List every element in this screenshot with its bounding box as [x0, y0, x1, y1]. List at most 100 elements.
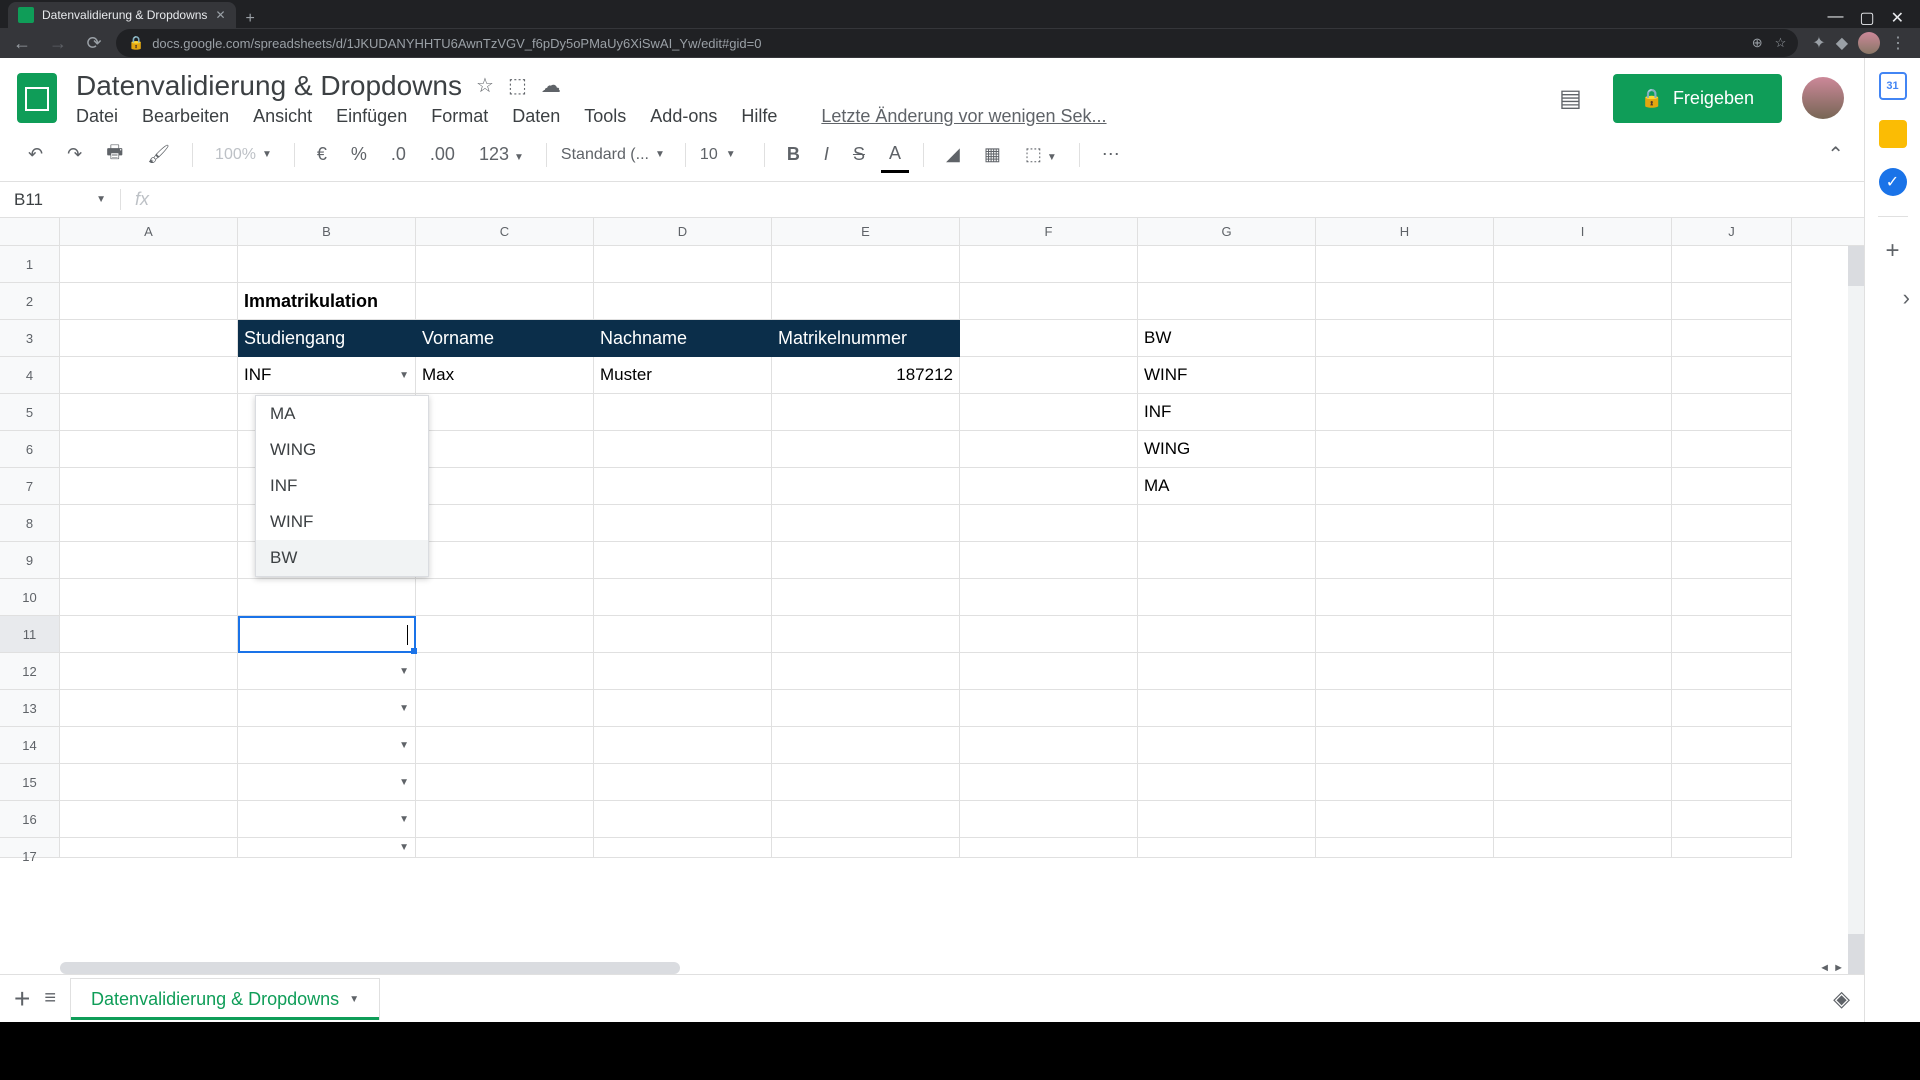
cell-A5[interactable]: [60, 394, 238, 431]
more-toolbar-icon[interactable]: ⋯: [1094, 138, 1128, 171]
profile-avatar-small[interactable]: [1858, 32, 1880, 54]
cell-B1[interactable]: [238, 246, 416, 283]
cell-E2[interactable]: [772, 283, 960, 320]
cell-I5[interactable]: [1494, 394, 1672, 431]
account-avatar[interactable]: [1802, 77, 1844, 119]
name-box[interactable]: B11▼: [0, 190, 120, 210]
cell-D1[interactable]: [594, 246, 772, 283]
row-header-8[interactable]: 8: [0, 505, 60, 542]
collapse-toolbar-icon[interactable]: ⌃: [1827, 142, 1844, 167]
close-window-icon[interactable]: ✕: [1891, 8, 1904, 28]
cell-D16[interactable]: [594, 801, 772, 838]
reload-button[interactable]: ⟳: [80, 33, 108, 54]
cell-A15[interactable]: [60, 764, 238, 801]
cell-D6[interactable]: [594, 431, 772, 468]
menu-view[interactable]: Ansicht: [253, 106, 312, 127]
cell-I7[interactable]: [1494, 468, 1672, 505]
col-header-C[interactable]: C: [416, 218, 594, 245]
cell-B10[interactable]: [238, 579, 416, 616]
cell-E1[interactable]: [772, 246, 960, 283]
row-header-3[interactable]: 3: [0, 320, 60, 357]
cell-D14[interactable]: [594, 727, 772, 764]
all-sheets-button[interactable]: ≡: [44, 987, 56, 1010]
cell-J1[interactable]: [1672, 246, 1792, 283]
cell-G13[interactable]: [1138, 690, 1316, 727]
chrome-menu-icon[interactable]: ⋮: [1890, 33, 1906, 53]
cell-E14[interactable]: [772, 727, 960, 764]
col-header-A[interactable]: A: [60, 218, 238, 245]
cell-A12[interactable]: [60, 653, 238, 690]
cell-H2[interactable]: [1316, 283, 1494, 320]
cell-A17[interactable]: [60, 838, 238, 858]
cell-H15[interactable]: [1316, 764, 1494, 801]
cell-C9[interactable]: [416, 542, 594, 579]
cell-C7[interactable]: [416, 468, 594, 505]
cell-G3[interactable]: BW: [1138, 320, 1316, 357]
row-header-11[interactable]: 11: [0, 616, 60, 653]
row-header-17[interactable]: 17: [0, 838, 60, 858]
cell-A4[interactable]: [60, 357, 238, 394]
doc-title[interactable]: Datenvalidierung & Dropdowns: [76, 70, 462, 102]
cell-G10[interactable]: [1138, 579, 1316, 616]
cell-I3[interactable]: [1494, 320, 1672, 357]
calendar-icon[interactable]: 31: [1879, 72, 1907, 100]
cell-G16[interactable]: [1138, 801, 1316, 838]
cell-J15[interactable]: [1672, 764, 1792, 801]
cell-I4[interactable]: [1494, 357, 1672, 394]
cell-E11[interactable]: [772, 616, 960, 653]
cell-D4[interactable]: Muster: [594, 357, 772, 394]
cell-J7[interactable]: [1672, 468, 1792, 505]
cell-H16[interactable]: [1316, 801, 1494, 838]
cell-H6[interactable]: [1316, 431, 1494, 468]
merge-button[interactable]: ⬚ ▼: [1017, 138, 1065, 171]
cell-J17[interactable]: [1672, 838, 1792, 858]
cell-I16[interactable]: [1494, 801, 1672, 838]
cell-J6[interactable]: [1672, 431, 1792, 468]
cell-B3[interactable]: Studiengang: [238, 320, 416, 357]
cell-J16[interactable]: [1672, 801, 1792, 838]
undo-button[interactable]: ↶: [20, 138, 51, 171]
cell-I2[interactable]: [1494, 283, 1672, 320]
decrease-decimal-button[interactable]: .0: [383, 138, 414, 171]
cell-G11[interactable]: [1138, 616, 1316, 653]
cloud-status-icon[interactable]: ☁: [541, 73, 561, 98]
cell-B17[interactable]: ▼: [238, 838, 416, 858]
cell-F2[interactable]: [960, 283, 1138, 320]
cell-I14[interactable]: [1494, 727, 1672, 764]
menu-file[interactable]: Datei: [76, 106, 118, 127]
row-header-7[interactable]: 7: [0, 468, 60, 505]
cell-H5[interactable]: [1316, 394, 1494, 431]
cell-A16[interactable]: [60, 801, 238, 838]
number-format-button[interactable]: 123 ▼: [471, 138, 532, 171]
keep-icon[interactable]: [1879, 120, 1907, 148]
cell-F8[interactable]: [960, 505, 1138, 542]
cell-H8[interactable]: [1316, 505, 1494, 542]
menu-insert[interactable]: Einfügen: [336, 106, 407, 127]
cell-B4[interactable]: INF▼: [238, 357, 416, 394]
row-header-13[interactable]: 13: [0, 690, 60, 727]
cell-F15[interactable]: [960, 764, 1138, 801]
share-button[interactable]: 🔒 Freigeben: [1613, 74, 1782, 123]
cell-B2[interactable]: Immatrikulation: [238, 283, 416, 320]
cell-C5[interactable]: [416, 394, 594, 431]
cell-I1[interactable]: [1494, 246, 1672, 283]
bookmark-icon[interactable]: ☆: [1775, 35, 1787, 51]
horizontal-scrollbar[interactable]: [60, 962, 680, 974]
cell-H12[interactable]: [1316, 653, 1494, 690]
cell-B14[interactable]: ▼: [238, 727, 416, 764]
cell-D17[interactable]: [594, 838, 772, 858]
sheet-tab-active[interactable]: Datenvalidierung & Dropdowns ▼: [70, 978, 380, 1020]
cell-I11[interactable]: [1494, 616, 1672, 653]
borders-button[interactable]: ▦: [976, 138, 1009, 171]
cell-J4[interactable]: [1672, 357, 1792, 394]
extension-2-icon[interactable]: ◆: [1836, 33, 1848, 53]
cell-E5[interactable]: [772, 394, 960, 431]
cell-A11[interactable]: [60, 616, 238, 653]
cell-D15[interactable]: [594, 764, 772, 801]
move-icon[interactable]: ⬚: [508, 73, 527, 98]
cell-D10[interactable]: [594, 579, 772, 616]
cell-G8[interactable]: [1138, 505, 1316, 542]
cell-F10[interactable]: [960, 579, 1138, 616]
cell-B13[interactable]: ▼: [238, 690, 416, 727]
cell-H11[interactable]: [1316, 616, 1494, 653]
